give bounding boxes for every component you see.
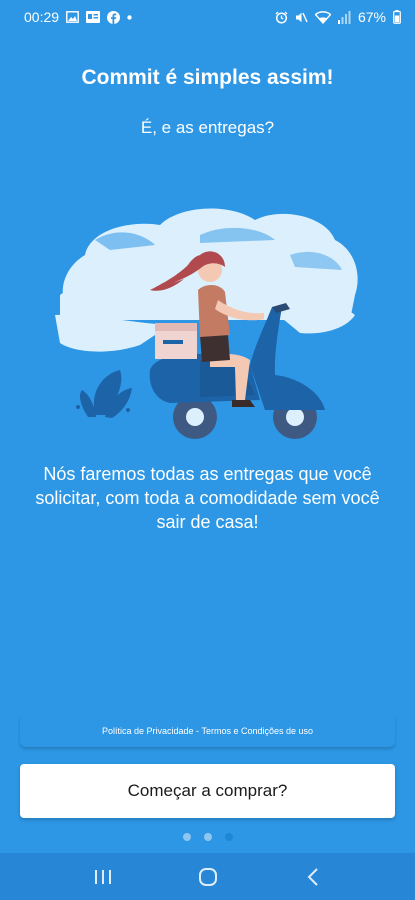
privacy-policy-link[interactable]: Política de Privacidade xyxy=(102,726,194,736)
delivery-illustration xyxy=(50,195,370,445)
status-left: 00:29 xyxy=(24,9,132,25)
page-dot-1[interactable] xyxy=(182,833,191,841)
alarm-icon xyxy=(275,11,288,24)
facebook-icon xyxy=(107,10,121,24)
onboarding-title: Commit é simples assim! xyxy=(81,66,334,89)
policy-separator: - xyxy=(193,725,202,736)
battery-percent: 67% xyxy=(357,9,386,25)
start-shopping-button[interactable]: Começar a comprar? xyxy=(20,764,395,818)
gallery-icon xyxy=(66,11,79,23)
news-icon xyxy=(86,11,101,23)
dot-icon xyxy=(127,14,132,20)
recent-apps-icon[interactable] xyxy=(83,857,123,897)
battery-icon xyxy=(393,10,401,24)
page-dot-3[interactable] xyxy=(224,833,233,841)
signal-icon xyxy=(337,10,351,24)
status-time: 00:29 xyxy=(24,9,60,25)
onboarding-description: Nós faremos todas as entregas que você s… xyxy=(35,464,380,532)
page-dot-2[interactable] xyxy=(203,833,212,841)
policy-bar: Política de Privacidade - Termos e Condi… xyxy=(20,714,395,747)
onboarding-subtitle: É, e as entregas? xyxy=(140,118,275,137)
page-indicator xyxy=(0,833,415,841)
status-bar: 00:29 67% xyxy=(0,0,415,34)
mute-icon xyxy=(295,11,308,24)
terms-link[interactable]: Termos e Condições de uso xyxy=(202,726,314,736)
home-icon[interactable] xyxy=(188,857,228,897)
wifi-icon xyxy=(314,10,331,24)
status-right: 67% xyxy=(275,9,401,25)
navigation-bar xyxy=(0,853,415,900)
back-icon[interactable] xyxy=(293,857,333,897)
